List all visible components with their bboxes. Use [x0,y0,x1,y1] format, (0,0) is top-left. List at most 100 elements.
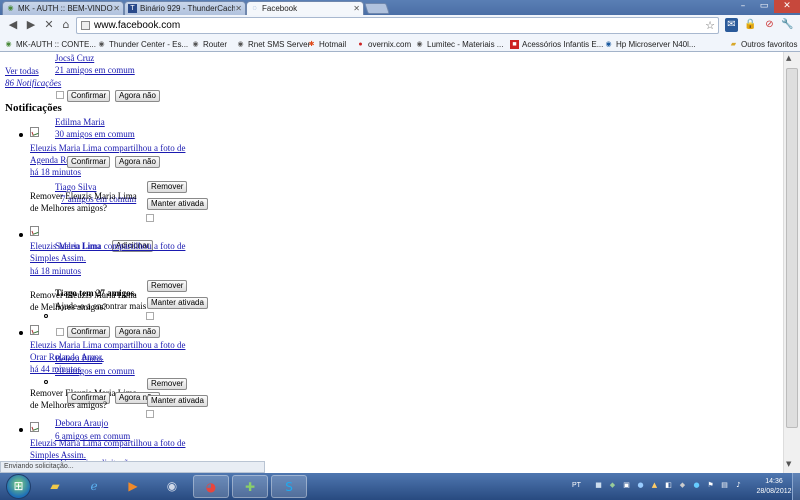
list-bullet [44,314,48,318]
lock-icon[interactable]: 🔒 [744,18,757,32]
home-icon[interactable]: ⌂ [59,18,73,32]
friend-name[interactable]: Beleza Pinha [55,354,102,364]
address-bar[interactable]: www.facebook.com ☆ [76,17,719,34]
notification-time-link[interactable]: há 18 minutos [30,167,81,177]
not-now-button[interactable]: Agora não [115,90,160,102]
close-window-button[interactable]: ✕ [774,0,800,13]
stop-icon[interactable]: ✕ [42,18,56,32]
notification-page-link[interactable]: Simples Assim. [30,253,86,263]
notification-story-link[interactable]: Eleuzis Maria Lima compartilhou a foto d… [30,143,185,153]
tray-app-icon[interactable]: ◆ [678,481,687,490]
checkbox[interactable] [56,91,64,99]
notification-story-link[interactable]: Eleuzis Maria Lima compartilhou a foto d… [30,340,185,350]
notification-story-link[interactable]: Eleuzis Maria Lima compartilhou a foto d… [30,241,185,251]
bookmark-mk-auth[interactable]: ◉ MK-AUTH :: CONTE... [4,38,96,50]
tab-binario[interactable]: T Binário 929 - ThunderCach ✕ [124,1,246,15]
skype-icon[interactable]: S [271,475,307,498]
bookmark-lumitec[interactable]: ◉ Lumitec - Materiais ... [415,38,503,50]
tab-label: MK - AUTH :: BEM-VINDO [18,4,113,13]
tab-mk-auth[interactable]: ◉ MK - AUTH :: BEM-VINDO ✕ [2,1,124,15]
notification-name[interactable]: Debora Araujo [55,418,108,428]
internet-explorer-icon[interactable]: ℯ [76,475,112,498]
clock-time[interactable]: 14:36 [754,478,794,485]
extension-icon[interactable]: ✉ [725,18,738,32]
mutual-friends-link[interactable]: 30 amigos em comum [55,129,135,139]
tab-label: Facebook [262,4,298,13]
maximize-button[interactable]: ▭ [754,0,774,13]
remove-best-friend-question: Remover Eleuzis Maria Lima [30,191,137,201]
confirm-button[interactable]: Confirmar [67,326,111,338]
minimize-button[interactable]: – [732,0,754,13]
mutual-friends-link[interactable]: 21 amigos em comum [55,65,135,75]
forward-icon[interactable]: ▶ [24,18,38,32]
scroll-thumb[interactable] [786,68,798,428]
system-tray: PT ■ ◆ ▣ ● ▲ ◧ ◆ ● ⚑ ▤ ♪ 14:36 28/08/201… [566,473,800,500]
notification-name[interactable]: Edilma Maria [55,117,105,127]
notification-story-link[interactable]: Eleuzis Maria Lima compartilhou a foto d… [30,438,185,448]
bookmark-router[interactable]: ◉ Router [191,38,227,50]
language-indicator[interactable]: PT [572,482,581,489]
app-icon[interactable]: ◉ [154,475,190,498]
show-desktop-button[interactable] [792,473,800,500]
globe-icon: ◉ [416,40,423,48]
block-icon[interactable]: ⊘ [763,18,776,32]
list-bullet [19,331,23,335]
not-now-button[interactable]: Agora não [115,156,160,168]
back-icon[interactable]: ◀ [6,18,20,32]
file-explorer-icon[interactable]: ▰ [37,475,73,498]
tab-facebook[interactable]: ◌ Facebook ✕ [246,1,364,15]
flag-icon[interactable]: ⚑ [706,481,715,490]
keep-active-button[interactable]: Manter ativada [147,198,208,210]
tray-app-icon[interactable]: ▣ [622,481,631,490]
tray-app-icon[interactable]: ▲ [650,481,659,490]
scroll-down-icon[interactable]: ▼ [786,460,791,468]
tray-app-icon[interactable]: ◧ [664,481,673,490]
bookmark-rnet-sms[interactable]: ◉ Rnet SMS Server [236,38,310,50]
media-player-icon[interactable]: ▶ [115,475,151,498]
notifications-count-link[interactable]: 86 Notificações [5,78,61,88]
remove-button[interactable]: Remover [147,280,188,292]
volume-icon[interactable]: ♪ [734,481,743,490]
broken-image-icon [30,127,39,137]
star-icon[interactable]: ☆ [705,18,715,33]
bookmark-hotmail[interactable]: ✱ Hotmail [307,38,347,50]
checkbox[interactable] [146,214,154,222]
see-all-link[interactable]: Ver todas [5,66,39,76]
close-icon[interactable]: ✕ [235,4,242,13]
network-icon[interactable]: ▤ [720,481,729,490]
new-tab-button[interactable] [364,3,390,14]
bookmark-label: Acessórios Infantis E... [522,39,604,49]
bookmark-overnix[interactable]: ● overnix.com [356,38,411,50]
wrench-icon[interactable]: 🔧 [781,18,794,32]
tray-app-icon[interactable]: ◆ [608,481,617,490]
globe-icon: ◉ [5,40,12,48]
globe-icon: ◉ [237,40,244,48]
clock-date[interactable]: 28/08/2012 [752,488,796,495]
close-icon[interactable]: ✕ [113,4,120,13]
checkbox[interactable] [56,328,64,336]
keep-active-button[interactable]: Manter ativada [147,297,208,309]
vertical-scrollbar[interactable]: ▲ ▼ [783,52,800,473]
bookmark-thunder-center[interactable]: ◉ Thunder Center - Es... [97,38,188,50]
bookmark-hp-microserver[interactable]: ◉ Hp Microserver N40l... [604,38,695,50]
chrome-icon[interactable]: ◕ [193,475,229,498]
close-icon[interactable]: ✕ [353,4,360,13]
checkbox[interactable] [146,312,154,320]
tray-app-icon[interactable]: ● [636,481,645,490]
bookmark-other-folder[interactable]: ▰ Outros favoritos [729,38,798,50]
checkbox[interactable] [146,410,154,418]
network-tool-icon[interactable]: ✚ [232,475,268,498]
remove-button[interactable]: Remover [147,181,188,193]
bookmark-acessorios[interactable]: ■ Acessórios Infantis E... [510,38,603,50]
notification-time-link[interactable]: há 18 minutos [30,266,81,276]
friend-request-name[interactable]: Jocsã Cruz [55,53,94,63]
remove-button[interactable]: Remover [147,378,188,390]
mutual-friends-link[interactable]: 20 amigos em comum [55,366,135,376]
confirm-button[interactable]: Confirmar [67,90,111,102]
tray-app-icon[interactable]: ■ [594,481,603,490]
tray-app-icon[interactable]: ● [692,481,701,490]
keep-active-button[interactable]: Manter ativada [147,395,208,407]
start-button[interactable]: ⊞ [6,474,31,499]
not-now-button[interactable]: Agora não [115,326,160,338]
scroll-up-icon[interactable]: ▲ [786,54,791,62]
